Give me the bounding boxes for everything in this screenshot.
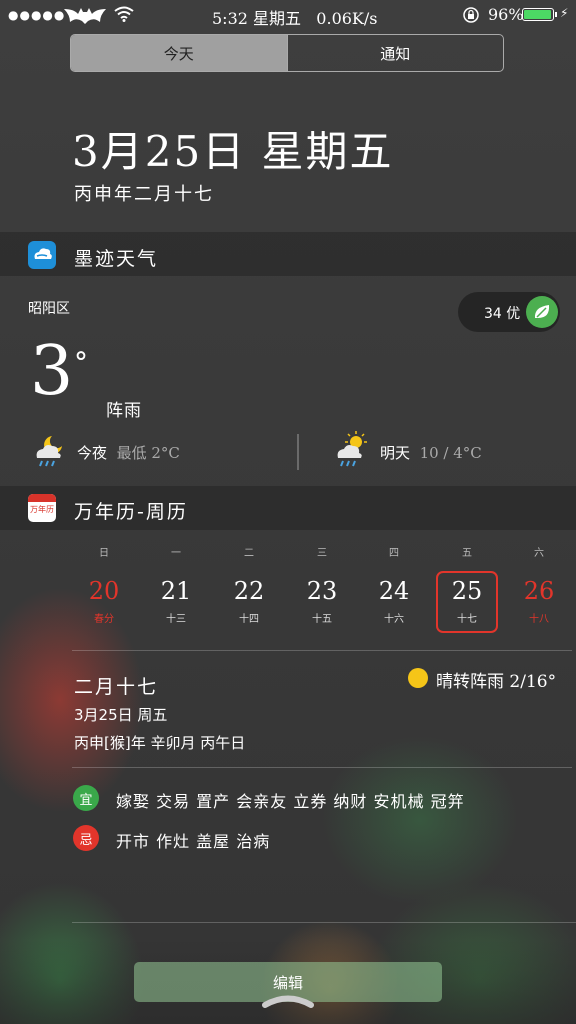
day-weather: 晴转阵雨 2/16° [436,672,557,692]
ganzhi-date: 丙申[猴]年 辛卯月 丙午日 [74,734,246,752]
tomorrow-forecast: 明天 10 / 4°C [380,444,482,462]
divider [72,767,572,768]
segmented-control: 今天 通知 [70,34,504,72]
day-lunar-label: 十六 [384,614,404,625]
calendar-app-name: 万年历-周历 [74,501,188,523]
weather-app-icon [28,241,56,269]
today-date: 3月25日 星期五 [72,127,394,176]
network-speed: 0.06K/s [316,9,378,28]
solar-date: 3月25日 周五 [74,706,168,724]
day-lunar-label: 十八 [529,614,549,625]
lunar-date-title: 二月十七 [74,676,159,698]
inauspicious-badge: 忌 [73,825,99,851]
degree-symbol: ° [74,346,88,379]
weekday-label: 四 [389,548,399,559]
day-cell-24[interactable]: 24 [364,577,424,605]
tab-notifications[interactable]: 通知 [286,35,504,71]
auspicious-badge: 宜 [73,785,99,811]
weekday-label: 一 [171,548,181,559]
day-lunar-label: 十三 [166,614,186,625]
day-cell-22[interactable]: 22 [219,577,279,605]
day-shower-icon [337,431,367,467]
sun-icon [408,668,428,688]
forecast-divider [297,434,299,470]
weekday-label: 六 [534,548,544,559]
status-bar: ●●●●● 5:32 星期五 0.06K/s 96% ⚡ [0,0,576,30]
current-condition: 阵雨 [106,401,142,421]
auspicious-activities: 嫁娶 交易 置产 会亲友 立券 纳财 安机械 冠笄 [116,792,465,811]
day-cell-23[interactable]: 23 [292,577,352,605]
divider [72,922,576,923]
rotation-lock-icon [463,7,479,23]
charging-bolt-icon: ⚡ [560,6,569,20]
night-shower-icon [36,436,62,467]
day-cell-26[interactable]: 26 [509,577,569,605]
day-lunar-label: 春分 [94,614,114,625]
inauspicious-activities: 开市 作灶 盖屋 治病 [116,832,271,851]
pull-up-handle-icon[interactable] [262,992,314,1008]
wifi-icon [114,6,134,22]
leaf-icon [526,296,558,328]
today-lunar-date: 丙申年二月十七 [74,184,214,205]
battery-percent: 96% [488,5,524,24]
tab-today[interactable]: 今天 [71,35,287,71]
selected-day-highlight [436,571,498,633]
current-temperature: 3 [30,332,74,411]
district-name: 昭阳区 [28,301,70,317]
day-cell-20[interactable]: 20 [74,577,134,605]
day-lunar-label: 十四 [239,614,259,625]
carrier-logo-icon [64,8,106,24]
tonight-forecast: 今夜 最低 2°C [77,444,180,462]
weekday-label: 五 [462,548,472,559]
battery-icon [522,8,554,21]
battery-tip [555,12,557,17]
battery-fill [524,10,551,19]
divider [72,650,572,651]
day-cell-21[interactable]: 21 [146,577,206,605]
status-time: 5:32 星期五 0.06K/s [212,9,378,28]
calendar-app-icon: 万年历 [28,494,56,522]
weekday-label: 日 [99,548,109,559]
aqi-value: 34 优 [484,306,521,322]
weather-app-name: 墨迹天气 [74,248,159,270]
signal-strength: ●●●●● [8,8,66,22]
day-lunar-label: 十五 [312,614,332,625]
weekday-label: 三 [317,548,327,559]
weekday-label: 二 [244,548,254,559]
